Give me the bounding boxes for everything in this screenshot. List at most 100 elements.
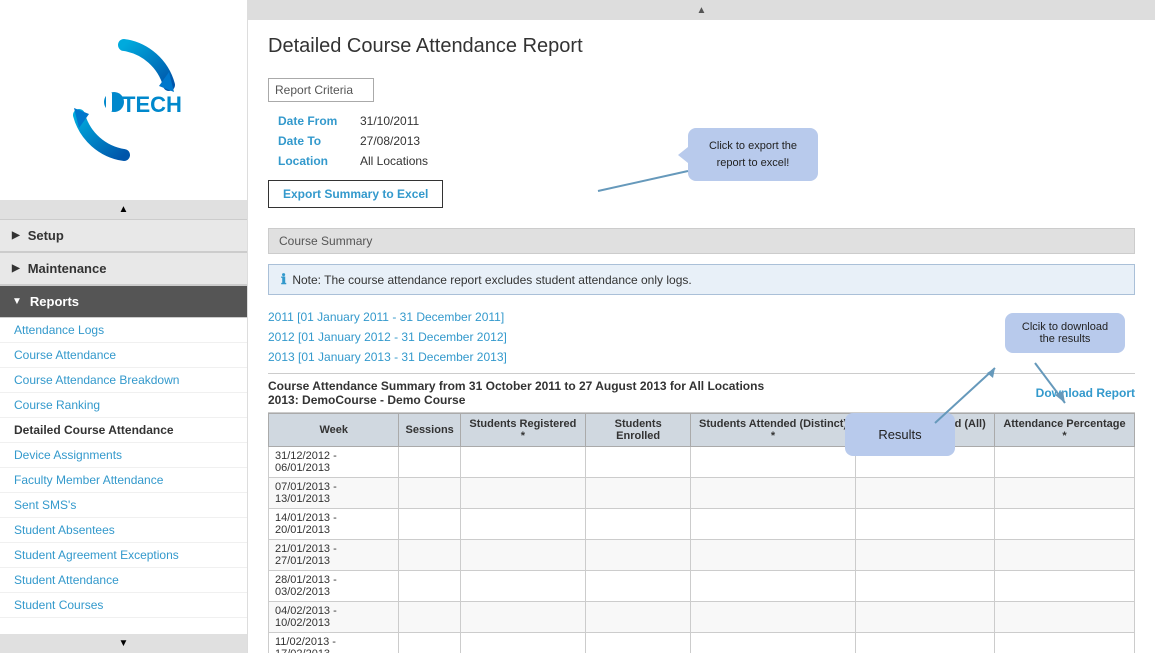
export-tooltip-arrow [588, 166, 688, 196]
course-name: 2013: DemoCourse - Demo Course [268, 393, 764, 407]
table-cell [399, 633, 460, 653]
table-cell [691, 478, 855, 509]
table-cell [460, 571, 585, 602]
th-week: Week [269, 414, 399, 447]
table-cell: 14/01/2013 - 20/01/2013 [269, 509, 399, 540]
table-cell [399, 540, 460, 571]
info-icon: ℹ [281, 271, 286, 288]
table-cell [691, 447, 855, 478]
table-cell: 11/02/2013 - 17/02/2013 [269, 633, 399, 653]
nav-item-detailed-course-attendance[interactable]: Detailed Course Attendance [0, 418, 247, 443]
nav-item-attendance-logs[interactable]: Attendance Logs [0, 318, 247, 343]
nav-group-maintenance-header[interactable]: ▶ Maintenance [0, 253, 247, 285]
scroll-down-btn[interactable]: ▼ [0, 634, 247, 653]
table-cell [399, 602, 460, 633]
table-cell [460, 509, 585, 540]
table-cell [691, 509, 855, 540]
nav-item-faculty-member-attendance[interactable]: Faculty Member Attendance [0, 468, 247, 493]
table-cell: 21/01/2013 - 27/01/2013 [269, 540, 399, 571]
location-value: All Locations [352, 152, 436, 170]
page-title: Detailed Course Attendance Report [268, 35, 1135, 63]
table-cell [399, 571, 460, 602]
table-cell [585, 447, 690, 478]
table-cell [460, 447, 585, 478]
setup-label: Setup [28, 228, 64, 243]
nav-item-device-assignments[interactable]: Device Assignments [0, 443, 247, 468]
table-cell [994, 633, 1134, 653]
table-cell [691, 633, 855, 653]
nav-item-student-agreement-exceptions[interactable]: Student Agreement Exceptions [0, 543, 247, 568]
export-tooltip: Click to export the report to excel! [688, 128, 818, 181]
sidebar: TECH i ▲ ▶ Setup ▶ Maintenance ▼ Reports… [0, 0, 248, 653]
table-row: 14/01/2013 - 20/01/2013 [269, 509, 1135, 540]
table-cell [855, 633, 994, 653]
table-cell [399, 509, 460, 540]
note-box: ℹ Note: The course attendance report exc… [268, 264, 1135, 295]
table-cell [460, 478, 585, 509]
table-row: 21/01/2013 - 27/01/2013 [269, 540, 1135, 571]
th-students-registered: Students Registered * [460, 414, 585, 447]
scroll-up-btn[interactable]: ▲ [0, 200, 247, 219]
table-cell: 31/12/2012 - 06/01/2013 [269, 447, 399, 478]
th-sessions: Sessions [399, 414, 460, 447]
table-cell [399, 478, 460, 509]
table-cell [855, 478, 994, 509]
reports-label: Reports [30, 294, 79, 309]
table-cell [994, 571, 1134, 602]
logo-area: TECH i [0, 0, 247, 200]
criteria-table: Date From 31/10/2011 Date To 27/08/2013 … [268, 110, 438, 172]
nav-item-course-ranking[interactable]: Course Ranking [0, 393, 247, 418]
results-tooltip-text: Results [878, 427, 921, 442]
nav-item-student-courses[interactable]: Student Courses [0, 593, 247, 618]
nav-item-sent-sms[interactable]: Sent SMS's [0, 493, 247, 518]
table-row: 07/01/2013 - 13/01/2013 [269, 478, 1135, 509]
main-scroll-up[interactable]: ▲ [248, 0, 1155, 20]
results-tooltip-arrow [935, 363, 1015, 423]
date-from-value: 31/10/2011 [352, 112, 436, 130]
setup-arrow-icon: ▶ [12, 230, 20, 241]
table-cell [994, 602, 1134, 633]
table-cell: 28/01/2013 - 03/02/2013 [269, 571, 399, 602]
nav-item-student-attendance[interactable]: Student Attendance [0, 568, 247, 593]
nav-group-reports-header[interactable]: ▼ Reports [0, 286, 247, 318]
table-row: 11/02/2013 - 17/02/2013 [269, 633, 1135, 653]
table-cell [585, 478, 690, 509]
report-criteria-section: Report Criteria Date From 31/10/2011 Dat… [268, 78, 1135, 218]
table-cell [855, 571, 994, 602]
table-row: 28/01/2013 - 03/02/2013 [269, 571, 1135, 602]
svg-text:i: i [106, 98, 110, 113]
criteria-row-date-from: Date From 31/10/2011 [270, 112, 436, 130]
table-cell [855, 509, 994, 540]
logo-icon: TECH i [54, 30, 194, 170]
table-cell [691, 540, 855, 571]
nav-group-setup: ▶ Setup [0, 219, 247, 252]
location-label: Location [270, 152, 350, 170]
table-cell [994, 540, 1134, 571]
date-from-label: Date From [270, 112, 350, 130]
table-cell [691, 602, 855, 633]
nav-item-student-absentees[interactable]: Student Absentees [0, 518, 247, 543]
table-cell [994, 447, 1134, 478]
table-cell [855, 540, 994, 571]
date-to-label: Date To [270, 132, 350, 150]
nav-item-course-attendance[interactable]: Course Attendance [0, 343, 247, 368]
download-tooltip-arrow [1035, 363, 1095, 413]
table-cell: 04/02/2013 - 10/02/2013 [269, 602, 399, 633]
nav-item-course-attendance-breakdown[interactable]: Course Attendance Breakdown [0, 368, 247, 393]
table-cell [460, 540, 585, 571]
table-body: 31/12/2012 - 06/01/201307/01/2013 - 13/0… [269, 447, 1135, 653]
table-cell: 07/01/2013 - 13/01/2013 [269, 478, 399, 509]
export-summary-button[interactable]: Export Summary to Excel [268, 180, 443, 208]
table-cell [585, 509, 690, 540]
main-content: ▲ Detailed Course Attendance Report Repo… [248, 0, 1155, 653]
svg-text:TECH: TECH [122, 92, 182, 117]
results-tooltip: Results [845, 413, 955, 456]
th-students-attended-distinct: Students Attended (Distinct) * [691, 414, 855, 447]
criteria-row-location: Location All Locations [270, 152, 436, 170]
nav-group-setup-header[interactable]: ▶ Setup [0, 220, 247, 252]
th-attendance-percentage: Attendance Percentage * [994, 414, 1134, 447]
table-cell [855, 602, 994, 633]
table-cell [585, 633, 690, 653]
table-row: 04/02/2013 - 10/02/2013 [269, 602, 1135, 633]
nav-group-reports: ▼ Reports Attendance Logs Course Attenda… [0, 285, 247, 618]
